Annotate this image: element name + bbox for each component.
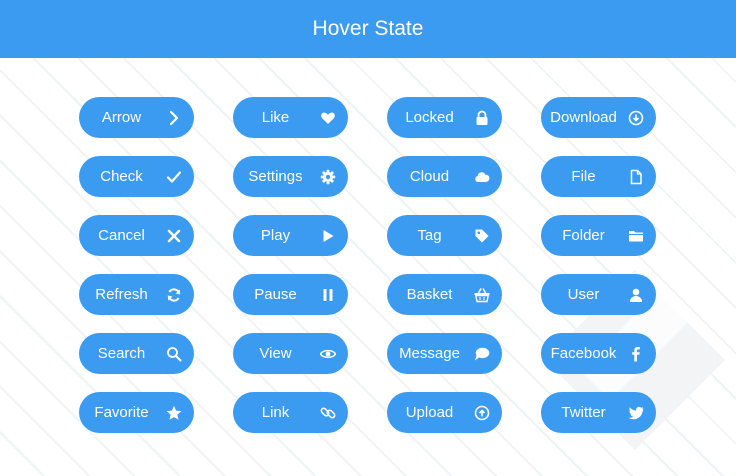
tag-icon xyxy=(474,228,490,244)
check-icon xyxy=(166,169,182,185)
user-icon xyxy=(628,287,644,303)
button-label: Favorite xyxy=(94,404,149,421)
search-button[interactable]: Search xyxy=(79,333,194,374)
button-label: Tag xyxy=(417,227,442,244)
refresh-icon xyxy=(166,287,182,303)
button-label: View xyxy=(259,345,292,362)
chevron-right-icon xyxy=(166,110,182,126)
download-circle-icon xyxy=(628,110,644,126)
upload-button[interactable]: Upload xyxy=(387,392,502,433)
button-label: Locked xyxy=(405,109,454,126)
button-label: Pause xyxy=(254,286,297,303)
twitter-icon xyxy=(628,405,644,421)
favorite-button[interactable]: Favorite xyxy=(79,392,194,433)
button-label: File xyxy=(571,168,596,185)
button-label: Cancel xyxy=(98,227,145,244)
chat-bubble-icon xyxy=(474,346,490,362)
pause-button[interactable]: Pause xyxy=(233,274,348,315)
button-label: Refresh xyxy=(95,286,148,303)
button-label: Check xyxy=(100,168,143,185)
locked-button[interactable]: Locked xyxy=(387,97,502,138)
button-label: Message xyxy=(399,345,460,362)
tag-button[interactable]: Tag xyxy=(387,215,502,256)
eye-icon xyxy=(320,346,336,362)
star-icon xyxy=(166,405,182,421)
settings-button[interactable]: Settings xyxy=(233,156,348,197)
button-label: Twitter xyxy=(561,404,606,421)
refresh-button[interactable]: Refresh xyxy=(79,274,194,315)
user-button[interactable]: User xyxy=(541,274,656,315)
play-icon xyxy=(320,228,336,244)
heart-icon xyxy=(320,110,336,126)
page-title: Hover State xyxy=(312,17,424,40)
close-icon xyxy=(166,228,182,244)
pause-icon xyxy=(320,287,336,303)
button-label: Cloud xyxy=(409,168,450,185)
button-label: Search xyxy=(97,345,146,362)
header-bar: Hover State xyxy=(0,0,736,58)
file-icon xyxy=(628,169,644,185)
check-button[interactable]: Check xyxy=(79,156,194,197)
cloud-button[interactable]: Cloud xyxy=(387,156,502,197)
button-label: User xyxy=(567,286,600,303)
message-button[interactable]: Message xyxy=(387,333,502,374)
cancel-button[interactable]: Cancel xyxy=(79,215,194,256)
button-label: Like xyxy=(261,109,290,126)
play-button[interactable]: Play xyxy=(233,215,348,256)
button-label: Link xyxy=(261,404,290,421)
basket-button[interactable]: Basket xyxy=(387,274,502,315)
arrow-button[interactable]: Arrow xyxy=(79,97,194,138)
gear-icon xyxy=(320,169,336,185)
cloud-icon xyxy=(474,169,490,185)
link-icon xyxy=(320,405,336,421)
button-label: Upload xyxy=(405,404,454,421)
file-button[interactable]: File xyxy=(541,156,656,197)
button-grid: Arrow Like Locked Download Check Setting… xyxy=(79,97,656,433)
view-button[interactable]: View xyxy=(233,333,348,374)
button-label: Settings xyxy=(248,168,303,185)
like-button[interactable]: Like xyxy=(233,97,348,138)
lock-icon xyxy=(474,110,490,126)
facebook-icon xyxy=(628,346,644,362)
upload-circle-icon xyxy=(474,405,490,421)
button-label: Basket xyxy=(406,286,453,303)
button-label: Arrow xyxy=(101,109,142,126)
facebook-button[interactable]: Facebook xyxy=(541,333,656,374)
twitter-button[interactable]: Twitter xyxy=(541,392,656,433)
basket-icon xyxy=(474,287,490,303)
button-label: Download xyxy=(550,109,617,126)
download-button[interactable]: Download xyxy=(541,97,656,138)
button-label: Facebook xyxy=(550,345,617,362)
button-label: Folder xyxy=(562,227,605,244)
search-icon xyxy=(166,346,182,362)
button-label: Play xyxy=(260,227,291,244)
link-button[interactable]: Link xyxy=(233,392,348,433)
folder-icon xyxy=(628,228,644,244)
folder-button[interactable]: Folder xyxy=(541,215,656,256)
